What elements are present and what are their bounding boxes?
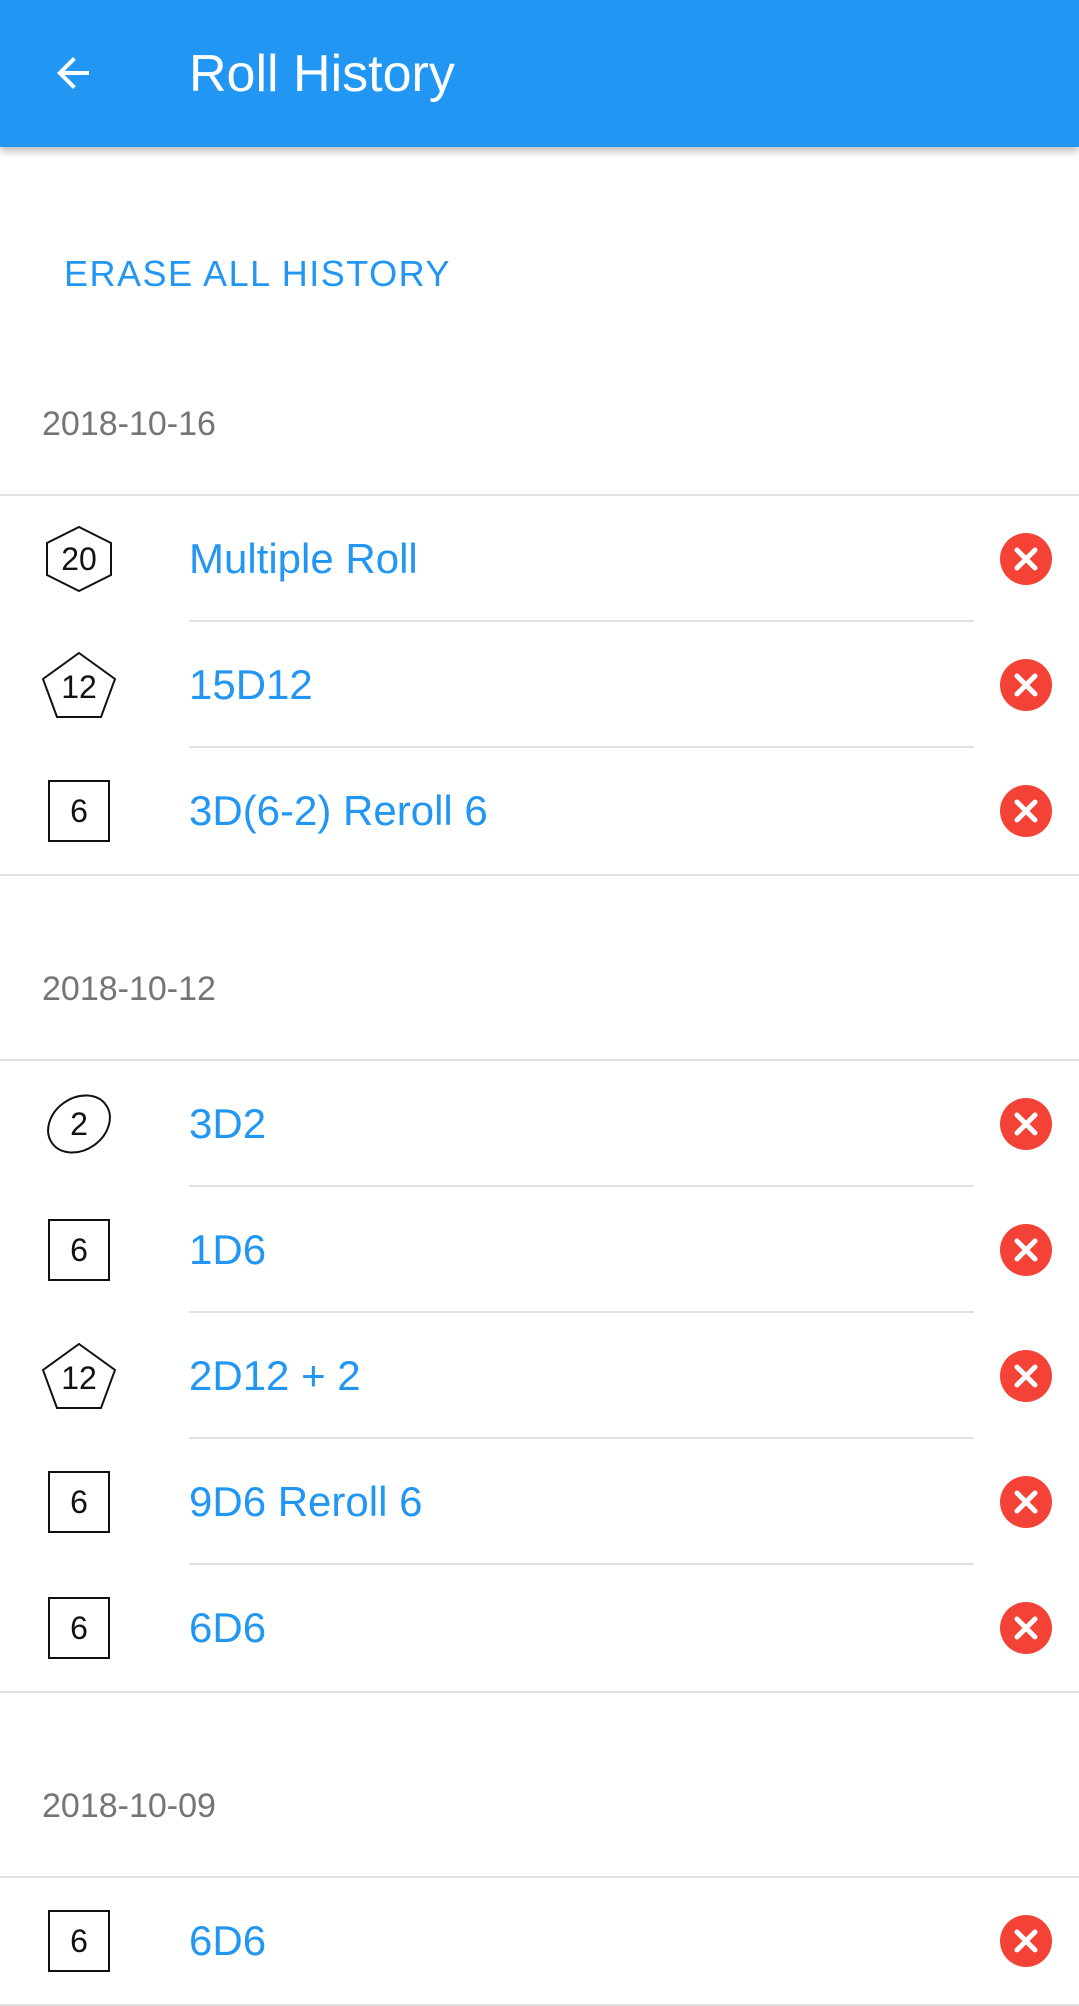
delete-roll-button[interactable] — [1000, 785, 1052, 837]
d12-die-icon: 12 — [40, 1343, 118, 1409]
roll-history-item[interactable]: 12 2D12 + 2 — [0, 1313, 1079, 1439]
die-value-label: 12 — [61, 1360, 97, 1396]
back-button[interactable] — [44, 44, 102, 102]
die-value-label: 20 — [61, 541, 97, 577]
d12-die-icon: 12 — [40, 652, 118, 718]
delete-icon — [1000, 785, 1052, 837]
roll-history-item[interactable]: 6 3D(6-2) Reroll 6 — [0, 748, 1079, 874]
date-header: 2018-10-16 — [42, 405, 216, 443]
divider — [0, 1691, 1079, 1693]
roll-history-item[interactable]: 20 Multiple Roll — [0, 496, 1079, 622]
delete-icon — [1000, 1915, 1052, 1967]
delete-icon — [1000, 533, 1052, 585]
arrow-left-icon — [57, 57, 89, 89]
die-value-label: 6 — [70, 1923, 88, 1959]
roll-label: 3D2 — [189, 1100, 267, 1147]
page-title: Roll History — [189, 45, 455, 103]
erase-all-history-button[interactable]: ERASE ALL HISTORY — [42, 243, 473, 305]
d6-die-icon: 6 — [40, 1469, 118, 1535]
app-bar: Roll History — [0, 0, 1079, 147]
delete-roll-button[interactable] — [1000, 533, 1052, 585]
divider — [0, 874, 1079, 876]
date-header: 2018-10-09 — [42, 1787, 216, 1825]
delete-roll-button[interactable] — [1000, 1224, 1052, 1276]
roll-history-item[interactable]: 12 15D12 — [0, 622, 1079, 748]
die-value-label: 2 — [70, 1106, 88, 1142]
delete-roll-button[interactable] — [1000, 1915, 1052, 1967]
roll-history-item[interactable]: 6 1D6 — [0, 1187, 1079, 1313]
roll-label: Multiple Roll — [189, 535, 418, 582]
roll-label: 3D(6-2) Reroll 6 — [189, 787, 488, 834]
delete-icon — [1000, 1476, 1052, 1528]
delete-roll-button[interactable] — [1000, 659, 1052, 711]
die-value-label: 6 — [70, 1484, 88, 1520]
roll-label: 9D6 Reroll 6 — [189, 1478, 423, 1525]
d6-die-icon: 6 — [40, 1217, 118, 1283]
die-value-label: 12 — [61, 669, 97, 705]
delete-icon — [1000, 1098, 1052, 1150]
d6-die-icon: 6 — [40, 1908, 118, 1974]
roll-history-item[interactable]: 6 6D6 — [0, 1565, 1079, 1691]
d2-die-icon: 2 — [40, 1091, 118, 1157]
delete-roll-button[interactable] — [1000, 1602, 1052, 1654]
die-value-label: 6 — [70, 1232, 88, 1268]
roll-label: 2D12 + 2 — [189, 1352, 361, 1399]
die-value-label: 6 — [70, 793, 88, 829]
roll-label: 6D6 — [189, 1917, 267, 1964]
delete-icon — [1000, 1224, 1052, 1276]
d20-die-icon: 20 — [40, 526, 118, 592]
d6-die-icon: 6 — [40, 1595, 118, 1661]
delete-roll-button[interactable] — [1000, 1476, 1052, 1528]
roll-label: 1D6 — [189, 1226, 267, 1273]
delete-icon — [1000, 659, 1052, 711]
delete-roll-button[interactable] — [1000, 1098, 1052, 1150]
roll-label: 6D6 — [189, 1604, 267, 1651]
d6-die-icon: 6 — [40, 778, 118, 844]
roll-history-item[interactable]: 6 9D6 Reroll 6 — [0, 1439, 1079, 1565]
date-header: 2018-10-12 — [42, 970, 216, 1008]
delete-roll-button[interactable] — [1000, 1350, 1052, 1402]
roll-history-item[interactable]: 2 3D2 — [0, 1061, 1079, 1187]
die-value-label: 6 — [70, 1610, 88, 1646]
roll-history-item[interactable]: 6 6D6 — [0, 1878, 1079, 2004]
delete-icon — [1000, 1350, 1052, 1402]
delete-icon — [1000, 1602, 1052, 1654]
roll-label: 15D12 — [189, 661, 313, 708]
